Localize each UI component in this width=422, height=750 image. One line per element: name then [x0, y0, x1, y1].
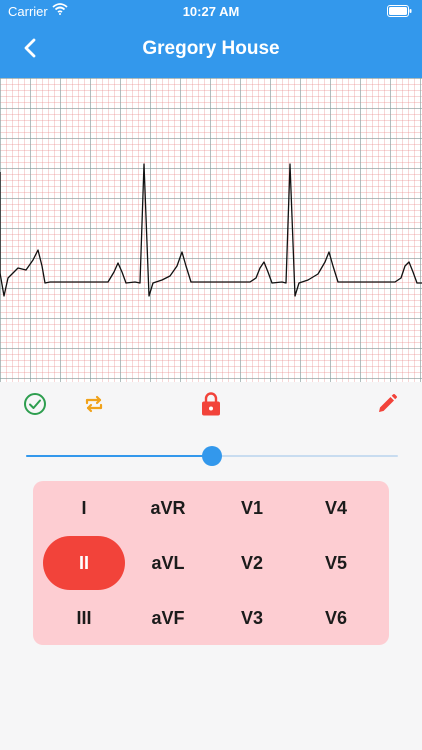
- pencil-icon: [375, 392, 399, 421]
- lead-button-II[interactable]: II: [43, 536, 125, 590]
- lead-button-V3[interactable]: V3: [211, 591, 293, 645]
- battery-icon: [387, 5, 412, 20]
- status-bar: Carrier 10:27 AM: [0, 0, 422, 22]
- lead-button-V5[interactable]: V5: [295, 536, 377, 590]
- ecg-chart: [0, 78, 422, 382]
- page-title: Gregory House: [142, 38, 280, 59]
- lead-button-V4[interactable]: V4: [295, 481, 377, 535]
- lock-icon: [200, 391, 222, 422]
- repeat-button[interactable]: [80, 392, 108, 420]
- slider-thumb[interactable]: [202, 446, 222, 466]
- lead-button-III[interactable]: III: [43, 591, 125, 645]
- lead-button-V1[interactable]: V1: [211, 481, 293, 535]
- edit-button[interactable]: [373, 392, 401, 420]
- slider-fill: [26, 455, 212, 457]
- action-toolbar: [0, 391, 422, 424]
- confirm-button[interactable]: [21, 392, 49, 420]
- lead-button-aVL[interactable]: aVL: [127, 536, 209, 590]
- lock-button[interactable]: [197, 391, 225, 422]
- lead-button-aVR[interactable]: aVR: [127, 481, 209, 535]
- lead-button-V2[interactable]: V2: [211, 536, 293, 590]
- lead-button-aVF[interactable]: aVF: [127, 591, 209, 645]
- playback-slider[interactable]: [26, 445, 398, 467]
- check-circle-icon: [23, 392, 47, 421]
- ecg-trace: [0, 163, 422, 297]
- lead-button-V6[interactable]: V6: [295, 591, 377, 645]
- app-header: Carrier 10:27 AM Gregory House: [0, 0, 422, 78]
- clock: 10:27 AM: [182, 4, 240, 19]
- lead-button-I[interactable]: I: [43, 481, 125, 535]
- repeat-icon: [82, 392, 106, 421]
- lead-selector: I aVR V1 V4 II aVL V2 V5 III aVF V3 V6: [33, 481, 389, 645]
